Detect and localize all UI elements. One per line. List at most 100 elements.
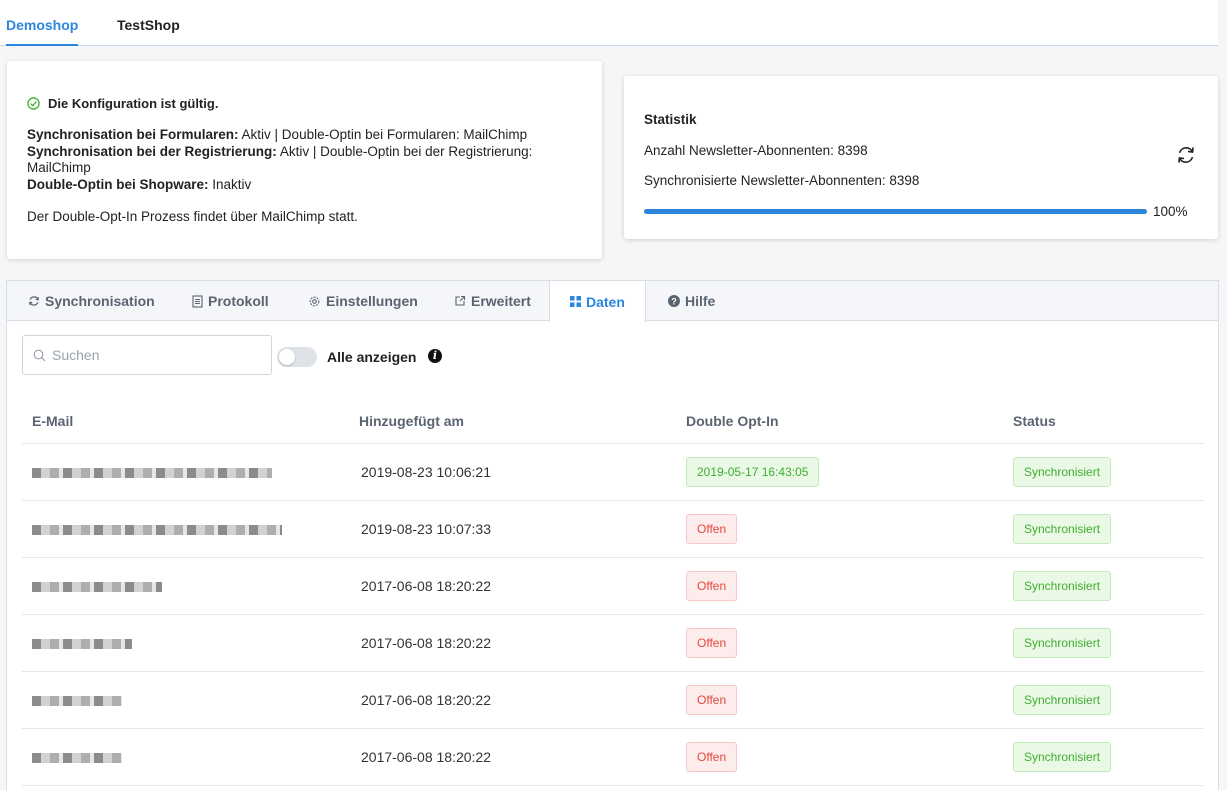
double-opt-in-badge: Offen [686, 684, 738, 715]
show-all-label: Alle anzeigen [327, 349, 417, 365]
search-box [22, 335, 272, 375]
added-cell: 2017-06-08 18:20:22 [349, 728, 676, 786]
status-cell: Synchronisiert [1003, 728, 1204, 786]
table-row[interactable]: 2017-06-08 18:20:22 Offen Synchronisiert [22, 557, 1204, 615]
tab-demoshop[interactable]: Demoshop [6, 17, 79, 46]
stats-subscribers: Anzahl Newsletter-Abonnenten: 8398 [644, 143, 868, 158]
added-cell: 2019-08-23 10:07:33 [349, 500, 676, 558]
status-cell: Synchronisiert [1003, 671, 1204, 729]
status-badge: Synchronisiert [1013, 513, 1112, 544]
status-badge: Synchronisiert [1013, 570, 1112, 601]
header-email[interactable]: E-Mail [22, 399, 349, 444]
search-input[interactable] [52, 347, 252, 363]
double-opt-in-cell: Offen [676, 728, 1003, 786]
double-opt-in-badge: Offen [686, 513, 738, 544]
tab-testshop[interactable]: TestShop [117, 17, 180, 33]
tab-einstellungen-label: Einstellungen [326, 293, 418, 309]
added-cell: 2017-06-08 18:20:22 [349, 557, 676, 615]
status-badge: Synchronisiert [1013, 741, 1112, 772]
header-added[interactable]: Hinzugefügt am [349, 399, 676, 444]
tab-einstellungen[interactable]: Einstellungen [308, 281, 418, 321]
stats-card: Statistik Anzahl Newsletter-Abonnenten: … [624, 76, 1218, 239]
panel-tab-bar: Synchronisation Protokoll Einstellungen … [7, 281, 1218, 322]
header-status[interactable]: Status [1003, 399, 1204, 444]
email-cell [22, 728, 349, 786]
redacted-email [32, 524, 282, 535]
table-row[interactable]: 2017-06-08 18:20:22 Offen Synchronisiert [22, 671, 1204, 729]
status-cell: Synchronisiert [1003, 443, 1204, 501]
table-row[interactable]: 2017-06-08 18:20:22 Offen Synchronisiert [22, 614, 1204, 672]
sync-progress-bar [644, 209, 1147, 214]
stats-title: Statistik [644, 112, 697, 127]
double-opt-in-cell: 2019-05-17 16:43:05 [676, 443, 1003, 501]
document-icon [192, 294, 203, 308]
tab-hilfe[interactable]: ? Hilfe [668, 281, 715, 321]
double-opt-in-cell: Offen [676, 557, 1003, 615]
status-badge: Synchronisiert [1013, 456, 1112, 487]
tab-daten[interactable]: Daten [549, 281, 646, 322]
gear-icon [309, 296, 320, 306]
doi-shopware-label: Double-Optin bei Shopware: [27, 176, 209, 192]
sync-forms-label: Synchronisation bei Formularen: [27, 127, 239, 142]
double-opt-in-cell: Offen [676, 671, 1003, 729]
email-cell [22, 443, 349, 501]
config-details: Synchronisation bei Formularen: Aktiv | … [27, 127, 572, 193]
search-icon [33, 349, 46, 361]
table-body: 2019-08-23 10:06:21 2019-05-17 16:43:05 Sy… [22, 443, 1204, 786]
config-valid-line: Die Konfiguration ist gültig. [27, 96, 218, 111]
data-panel: Synchronisation Protokoll Einstellungen … [6, 280, 1219, 790]
help-icon: ? [668, 295, 680, 307]
config-card: Die Konfiguration ist gültig. Synchronis… [7, 61, 602, 259]
status-badge: Synchronisiert [1013, 627, 1112, 658]
tab-protokoll[interactable]: Protokoll [192, 281, 269, 321]
tab-erweitert[interactable]: Erweitert [454, 281, 531, 321]
header-double-opt-in[interactable]: Double Opt-In [676, 399, 1003, 444]
config-note: Der Double-Opt-In Prozess findet über Ma… [27, 209, 358, 224]
redacted-email [32, 581, 162, 592]
tab-synchronisation[interactable]: Synchronisation [28, 281, 155, 321]
config-valid-text: Die Konfiguration ist gültig. [48, 96, 219, 111]
subscriber-table: E-Mail Hinzugefügt am Double Opt-In Stat… [22, 399, 1204, 786]
tab-hilfe-label: Hilfe [685, 293, 716, 309]
double-opt-in-badge: Offen [686, 627, 738, 658]
status-cell: Synchronisiert [1003, 557, 1204, 615]
status-cell: Synchronisiert [1003, 500, 1204, 558]
added-cell: 2017-06-08 18:20:22 [349, 614, 676, 672]
redacted-email [32, 467, 272, 478]
tab-daten-label: Daten [586, 293, 625, 310]
table-row[interactable]: 2017-06-08 18:20:22 Offen Synchronisiert [22, 728, 1204, 786]
double-opt-in-cell: Offen [676, 500, 1003, 558]
tab-erweitert-label: Erweitert [471, 293, 531, 309]
double-opt-in-badge: Offen [686, 741, 738, 772]
email-cell [22, 557, 349, 615]
email-cell [22, 671, 349, 729]
shop-tabs: Demoshop TestShop [0, 0, 1218, 46]
double-opt-in-badge: Offen [686, 570, 738, 601]
sync-forms-value: Aktiv | Double-Optin bei Formularen: Mai… [241, 127, 528, 142]
double-opt-in-badge: 2019-05-17 16:43:05 [686, 456, 820, 487]
email-cell [22, 500, 349, 558]
external-link-icon [455, 295, 466, 306]
info-icon[interactable]: i [428, 349, 442, 363]
added-cell: 2019-08-23 10:06:21 [349, 443, 676, 501]
refresh-icon[interactable] [1175, 144, 1197, 166]
show-all-toggle[interactable] [277, 347, 317, 367]
sync-icon [29, 296, 39, 306]
email-cell [22, 614, 349, 672]
redacted-email [32, 695, 122, 706]
doi-shopware-value: Inaktiv [212, 176, 252, 192]
double-opt-in-cell: Offen [676, 614, 1003, 672]
tab-synchronisation-label: Synchronisation [45, 293, 155, 309]
redacted-email [32, 752, 122, 763]
redacted-email [32, 638, 132, 649]
grid-icon [570, 296, 581, 307]
table-header-row: E-Mail Hinzugefügt am Double Opt-In Stat… [22, 399, 1204, 444]
svg-text:?: ? [671, 296, 677, 306]
table-row[interactable]: 2019-08-23 10:06:21 2019-05-17 16:43:05 Sy… [22, 443, 1204, 501]
tab-protokoll-label: Protokoll [208, 293, 269, 309]
table-row[interactable]: 2019-08-23 10:07:33 Offen Synchronisiert [22, 500, 1204, 558]
sync-reg-label: Synchronisation bei der Registrierung: [27, 143, 277, 159]
sync-progress-fill [644, 209, 1147, 214]
status-badge: Synchronisiert [1013, 684, 1112, 715]
added-cell: 2017-06-08 18:20:22 [349, 671, 676, 729]
